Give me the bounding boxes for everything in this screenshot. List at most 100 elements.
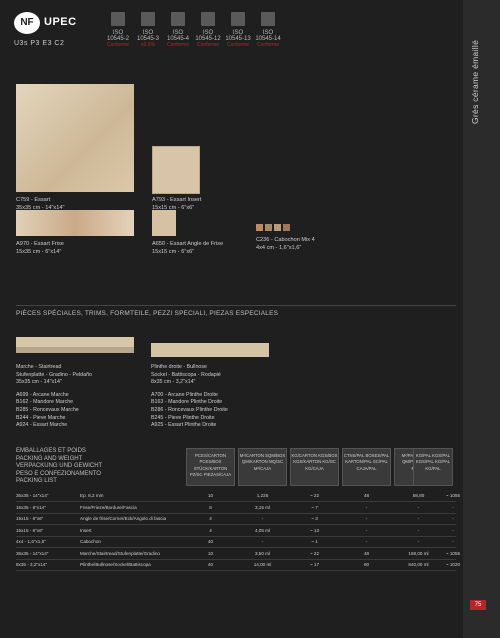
plinthe-item: B286 - Roncevaux Plinthe Droite	[151, 406, 228, 413]
table-row: 15x35 - 6"x14" Frise/Frieze/Bordure/Fasci…	[16, 502, 456, 513]
tile-essart	[16, 84, 134, 192]
row-cell: ~ 1020	[445, 562, 461, 567]
row-divider	[16, 570, 456, 571]
divider	[16, 305, 456, 306]
row-cell: 48	[363, 493, 370, 498]
row-dimension: 4x4 - 1,6"x1,6"	[16, 539, 46, 544]
norm-result: Conforme	[197, 42, 219, 48]
side-label: Grès cérame émaillé	[470, 40, 480, 125]
classification: U3s P3 E3 C2	[14, 40, 65, 47]
product-code: A650 - Essart Angle de Frise	[152, 241, 224, 247]
row-cell: 10	[207, 493, 214, 498]
row-dimension: 35x35 - 14"x14"	[16, 493, 49, 498]
row-dimension: 35x35 - 14"x14"	[16, 550, 49, 556]
packing-title: EMBALLAGES ET POIDS PACKING AND WEIGHT V…	[16, 448, 102, 486]
norm-icon	[171, 12, 185, 26]
plinthe-item: B163 - Mandore Plinthe Droite	[151, 399, 223, 406]
plinthe-size: 8x35 cm - 3,2"x14"	[151, 379, 196, 386]
column-header: CTNS/PAL BOXES/PAL KARTON/PAL SC/PAL CAJ…	[342, 448, 391, 486]
table-row: 15x15 - 6"x6" Angle de frise/Corner/Eck/A…	[16, 513, 456, 524]
product-code: C759 - Essart	[16, 197, 51, 203]
table-row: 35x35 - 14"x14" Marche/Stairtread/Stufenp…	[16, 548, 460, 559]
row-cell: ~ 7	[311, 504, 318, 510]
row-cell: ~ 1055	[445, 550, 461, 556]
row-cell: -	[365, 527, 368, 533]
product-code: A970 - Essart Frise	[16, 241, 64, 247]
row-cell: ~ 3	[311, 516, 318, 521]
row-description: Ep. 8,2 mm	[80, 493, 104, 498]
upec-logo: UPEC	[44, 16, 77, 28]
norm-result: Conforme	[227, 42, 249, 48]
row-description: Angle de frise/Corner/Eck/Angolo di fasc…	[80, 516, 167, 521]
norm-2: ISO 10545-3 ≤0,5%	[135, 12, 161, 48]
packing-title-line: PACKING LIST	[16, 478, 57, 485]
marche-item: B162 - Mandore Marche	[16, 399, 74, 406]
tile-essart-insert	[152, 146, 200, 194]
page-number: 75	[470, 600, 486, 610]
packing-title-line: VERPACKUNG UND GEWICHT	[16, 463, 103, 470]
row-description: Frise/Frieze/Bordure/Fascia	[80, 504, 137, 510]
row-cell: 10	[207, 550, 214, 556]
product-size: 15x15 cm - 6"x6"	[152, 249, 195, 255]
row-cell: 3,15 ml	[254, 504, 271, 510]
row-cell: -	[452, 527, 454, 533]
row-cell: 60	[363, 562, 370, 567]
plinthe-item: A700 - Arcane Plinthe Droite	[151, 391, 218, 398]
cabochon-swatch	[256, 224, 263, 231]
norm-icon	[141, 12, 155, 26]
column-header: M²/CARTON SQM/BOX QM/KARTON MQ/SC M²/CAJ…	[238, 448, 287, 486]
column-header: KG/PAL KGS/PAL KGS/PAL KG/PAL KG/PAL	[413, 448, 453, 486]
marche-item: B244 - Pieve Marche	[16, 414, 66, 421]
row-cell: 1,225	[256, 493, 269, 498]
tile-essart-frise	[16, 210, 134, 236]
cabochon-swatch	[274, 224, 281, 231]
product-code: A793 - Essart Insert	[152, 197, 202, 203]
row-cell: -	[452, 539, 454, 544]
row-cell: 40	[207, 562, 214, 567]
row-cell: -	[452, 516, 454, 521]
norm-icon	[231, 12, 245, 26]
row-cell: ~ 17	[309, 562, 320, 567]
table-row: 35x35 - 14"x14" Ep. 8,2 mm 10 1,225 ~ 22 48 58…	[16, 490, 460, 501]
plinthe-title: Plinthe droite - Bullnose	[151, 364, 207, 370]
packing-title-line: PESO E CONFEZIONAMENTO	[16, 470, 101, 477]
row-cell: 4	[209, 527, 212, 533]
row-cell: 4	[209, 516, 212, 521]
packing-title-line: PACKING AND WEIGHT	[16, 455, 83, 462]
row-description: Cabochon	[80, 539, 101, 544]
row-dimension: 8x35 - 3,2"x14"	[16, 562, 48, 567]
row-dimension: 15x35 - 6"x14"	[16, 504, 46, 510]
row-cell: -	[365, 539, 368, 544]
table-row: 15x15 - 6"x6" Insert 4 4,05 ml ~ 13- - -	[16, 525, 456, 536]
tile-angle-frise	[152, 210, 176, 236]
row-cell: 8	[209, 504, 212, 510]
marche-subtitle: Stufenplatte - Gradino - Peldaño	[16, 371, 92, 378]
row-dimension: 15x15 - 6"x6"	[16, 527, 44, 533]
plinthe-subtitle: Sockel - Battiscopa - Rodapié	[151, 371, 221, 378]
plinthe-item: A925 - Essart Plinthe Droite	[151, 422, 217, 429]
norm-icon	[261, 12, 275, 26]
marche-item: A924 - Essart Marche	[16, 422, 68, 429]
plinthe-image	[151, 343, 269, 357]
product-size: 15x35 cm - 6"x14"	[16, 249, 62, 255]
marche-item: B285 - Roncevaux Marche	[16, 406, 79, 413]
row-cell: ~ 1	[311, 539, 318, 544]
row-cell: -	[365, 516, 368, 521]
caption-angle: A650 - Essart Angle de Frise 15x15 cm - 6…	[152, 240, 223, 256]
row-cell: 14,00 ml	[253, 562, 272, 567]
plinthe-block: Plinthe droite - Bullnose Sockel - Batti…	[151, 364, 228, 430]
special-pieces-title: PIÈCES SPÉCIALES, TRIMS, FORMTEILE, PEZZ…	[16, 310, 279, 317]
column-header: KG/CARTON KGS/BOX KGS/KARTON KG/SC KG/CA…	[290, 448, 339, 486]
norm-3: ISO 10545-4 Conforme	[165, 12, 191, 48]
row-cell: 48	[363, 550, 370, 556]
row-cell: 4,05 ml	[254, 527, 271, 533]
row-cell: ~ 13	[309, 527, 320, 533]
row-description: Insert	[80, 527, 92, 533]
row-dimension: 15x15 - 6"x6"	[16, 516, 44, 521]
table-row: 8x35 - 3,2"x14" Plinthe/Bullnose/Sockel/B…	[16, 559, 460, 570]
row-cell: ~ 22	[309, 493, 320, 498]
plinthe-item: B245 - Pieve Plinthe Droite	[151, 414, 215, 421]
norm-result: Conforme	[257, 42, 279, 48]
norm-icon	[201, 12, 215, 26]
cabochon-swatch	[265, 224, 272, 231]
